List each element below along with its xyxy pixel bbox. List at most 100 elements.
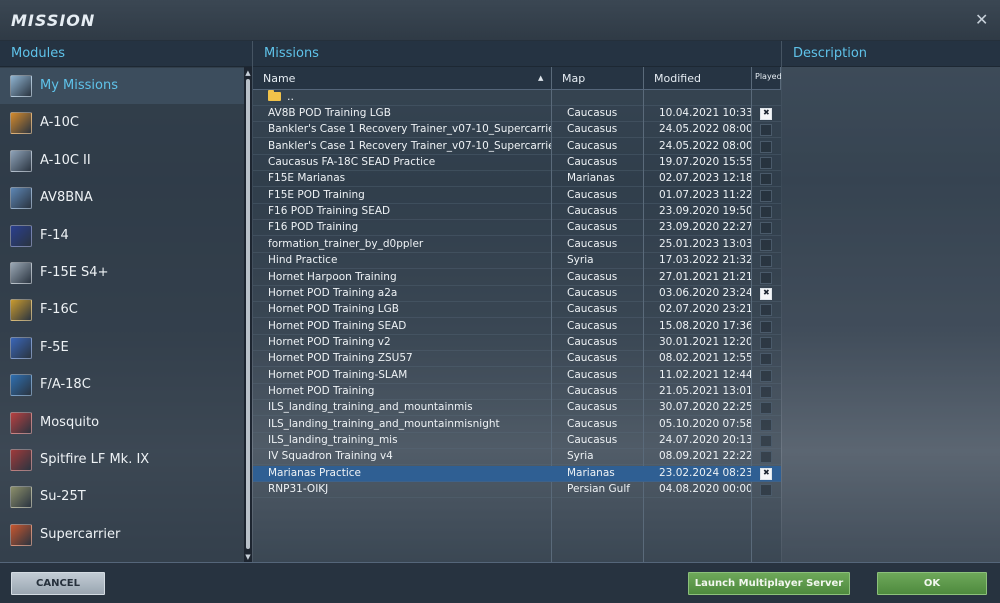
mission-modified: 01.07.2023 11:22: [659, 188, 751, 201]
mission-row[interactable]: Hind Practice Syria 17.03.2022 21:32: [253, 253, 781, 270]
mission-map: Caucasus: [567, 352, 618, 365]
played-checkbox[interactable]: [760, 385, 772, 398]
module-item[interactable]: F-14: [0, 218, 244, 254]
module-label: F-14: [40, 227, 69, 243]
column-header-played[interactable]: Played: [752, 67, 781, 90]
column-header-name[interactable]: Name ▲: [253, 67, 552, 90]
mission-map: Caucasus: [567, 335, 618, 348]
module-item[interactable]: Mosquito: [0, 405, 244, 441]
module-item[interactable]: F-15E S4+: [0, 255, 244, 291]
column-header-modified[interactable]: Modified: [644, 67, 752, 90]
module-item[interactable]: Su-25T: [0, 479, 244, 515]
mission-name: Hind Practice: [268, 254, 338, 267]
played-checkbox[interactable]: [760, 435, 772, 447]
played-checkbox[interactable]: [760, 418, 772, 431]
parent-folder-row[interactable]: ..: [253, 90, 781, 106]
mission-map: Caucasus: [567, 205, 618, 218]
played-checkbox[interactable]: [760, 255, 772, 268]
mission-row[interactable]: Hornet POD Training LGB Caucasus 02.07.202…: [253, 302, 781, 319]
mission-name: Hornet POD Training: [268, 384, 375, 397]
module-item[interactable]: F-16C: [0, 292, 244, 328]
module-item[interactable]: AV8BNA: [0, 180, 244, 216]
scroll-up-icon[interactable]: ▲: [244, 69, 252, 77]
mission-row[interactable]: Hornet POD Training Caucasus 21.05.2021 13…: [253, 384, 781, 400]
mission-row[interactable]: Marianas Practice Marianas 23.02.2024 08:2…: [253, 465, 781, 482]
played-checkbox[interactable]: [760, 157, 772, 170]
played-checkbox[interactable]: [760, 353, 772, 366]
played-checkbox[interactable]: [760, 271, 772, 284]
played-checkbox[interactable]: [760, 140, 772, 153]
launch-multiplayer-server-button[interactable]: Launch Multiplayer Server: [688, 572, 850, 595]
modules-scrollbar[interactable]: ▲ ▼: [244, 67, 252, 562]
module-item[interactable]: Supercarrier: [0, 517, 244, 553]
played-checkbox[interactable]: [760, 287, 772, 300]
description-panel: [782, 67, 1000, 562]
mission-name: F16 POD Training: [268, 221, 359, 234]
played-checkbox[interactable]: [760, 336, 772, 349]
mission-row[interactable]: AV8B POD Training LGB Caucasus 10.04.2021 …: [253, 106, 781, 122]
played-checkbox[interactable]: [760, 320, 772, 333]
mission-row[interactable]: formation_trainer_by_d0ppler Caucasus 25.0…: [253, 237, 781, 253]
mission-row[interactable]: Hornet POD Training a2a Caucasus 03.06.202…: [253, 286, 781, 302]
mission-row[interactable]: Hornet POD Training-SLAM Caucasus 11.02.20…: [253, 368, 781, 384]
mission-row[interactable]: Bankler's Case 1 Recovery Trainer_v07-10…: [253, 122, 781, 139]
f14-icon: [10, 224, 32, 247]
module-item[interactable]: F-5E: [0, 330, 244, 366]
mission-row[interactable]: ILS_landing_training_and_mountainmis Cauc…: [253, 400, 781, 417]
mission-row[interactable]: Caucasus FA-18C SEAD Practice Caucasus 19.…: [253, 155, 781, 172]
scroll-thumb[interactable]: [246, 79, 250, 549]
mission-modified: 24.07.2020 20:13: [659, 434, 751, 446]
mission-name: Hornet Harpoon Training: [268, 270, 397, 283]
mission-row[interactable]: RNP31-OIKJ Persian Gulf 04.08.2020 00:00: [253, 482, 781, 499]
mission-map: Caucasus: [567, 270, 618, 283]
mosquito-icon: [10, 411, 32, 434]
module-item[interactable]: My Missions: [0, 68, 244, 104]
window-title: MISSION: [11, 11, 96, 30]
fa18c-icon: [10, 374, 32, 397]
module-item[interactable]: F/A-18C: [0, 367, 244, 403]
mission-name: AV8B POD Training LGB: [268, 107, 391, 119]
mission-row[interactable]: Hornet Harpoon Training Caucasus 27.01.202…: [253, 270, 781, 286]
played-checkbox[interactable]: [760, 402, 772, 415]
played-checkbox[interactable]: [760, 173, 772, 186]
mission-row[interactable]: F15E Marianas Marianas 02.07.2023 12:18: [253, 171, 781, 188]
played-checkbox[interactable]: [760, 238, 772, 251]
mission-row[interactable]: F15E POD Training Caucasus 01.07.2023 11:2…: [253, 188, 781, 204]
mission-row[interactable]: F16 POD Training SEAD Caucasus 23.09.2020 …: [253, 204, 781, 221]
mission-row[interactable]: Hornet POD Training SEAD Caucasus 15.08.20…: [253, 319, 781, 335]
mission-row[interactable]: IV Squadron Training v4 Syria 08.09.2021 2…: [253, 449, 781, 466]
mission-row[interactable]: ILS_landing_training_mis Caucasus 24.07.20…: [253, 433, 781, 449]
played-checkbox[interactable]: [760, 189, 772, 202]
f5e-icon: [10, 336, 32, 359]
played-checkbox[interactable]: [760, 222, 772, 235]
mission-row[interactable]: Hornet POD Training v2 Caucasus 30.01.2021…: [253, 335, 781, 351]
module-item[interactable]: A-10C II: [0, 143, 244, 179]
played-checkbox[interactable]: [760, 304, 772, 317]
mission-modified: 04.08.2020 00:00: [659, 483, 751, 496]
column-header-map[interactable]: Map: [552, 67, 644, 90]
played-checkbox[interactable]: [760, 124, 772, 137]
mission-row[interactable]: Bankler's Case 1 Recovery Trainer_v07-10…: [253, 139, 781, 155]
mission-modified: 24.05.2022 08:00: [659, 139, 751, 152]
folder-icon: [268, 90, 281, 101]
cancel-button[interactable]: CANCEL: [11, 572, 105, 595]
played-checkbox[interactable]: [760, 369, 772, 382]
mission-name: Caucasus FA-18C SEAD Practice: [268, 156, 436, 169]
mission-row[interactable]: ILS_landing_training_and_mountainmisnigh…: [253, 417, 781, 433]
module-label: A-10C: [40, 115, 79, 131]
mission-map: Caucasus: [567, 156, 618, 169]
mission-row[interactable]: Hornet POD Training ZSU57 Caucasus 08.02.2…: [253, 351, 781, 368]
played-checkbox[interactable]: [760, 108, 772, 120]
mission-name: ILS_landing_training_mis: [268, 434, 398, 446]
played-checkbox[interactable]: [760, 206, 772, 219]
scroll-down-icon[interactable]: ▼: [244, 553, 252, 561]
module-item[interactable]: A-10C: [0, 105, 244, 141]
ok-button[interactable]: OK: [877, 572, 987, 595]
close-icon[interactable]: ✕: [975, 12, 988, 28]
mission-modified: 21.05.2021 13:01: [659, 384, 751, 397]
module-item[interactable]: Spitfire LF Mk. IX: [0, 442, 244, 478]
played-checkbox[interactable]: [760, 451, 772, 464]
played-checkbox[interactable]: [760, 467, 772, 480]
played-checkbox[interactable]: [760, 484, 772, 497]
mission-row[interactable]: F16 POD Training Caucasus 23.09.2020 22:27: [253, 220, 781, 237]
